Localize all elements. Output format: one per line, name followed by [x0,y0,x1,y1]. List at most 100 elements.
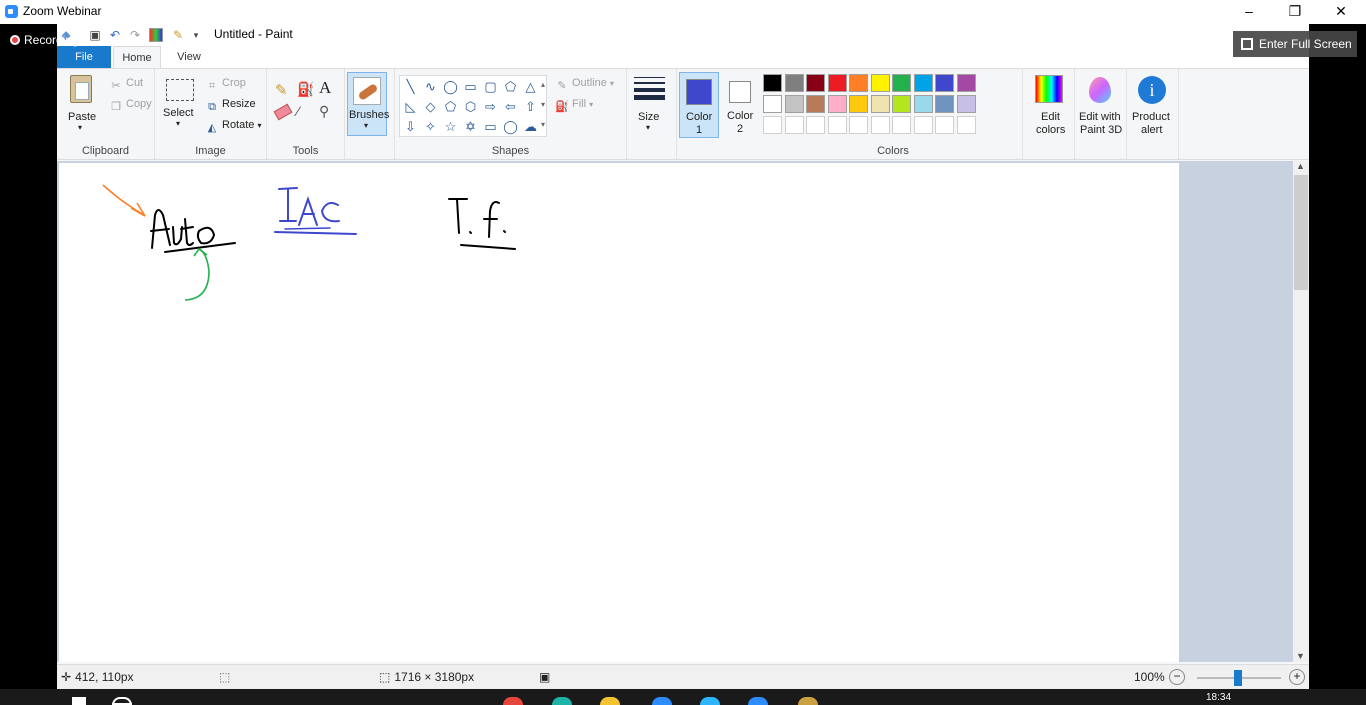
paint-taskbar-icon[interactable] [798,697,818,705]
six-point-star-shape-icon[interactable]: ✡ [462,118,479,135]
callout-rectangle-shape-icon[interactable]: ▭ [482,118,499,135]
shapes-scroll[interactable]: ▴ ▾ ▾ [538,75,548,137]
diamond-shape-icon[interactable]: ◇ [422,98,439,115]
zoom-out-button[interactable]: − [1169,669,1185,685]
color-swatch[interactable] [870,116,890,134]
color-swatch[interactable] [956,95,976,113]
color-swatch[interactable] [827,116,847,134]
chrome-icon[interactable] [503,697,523,705]
hexagon-shape-icon[interactable]: ⬡ [462,98,479,115]
right-triangle-shape-icon[interactable]: ◺ [402,98,419,115]
color-swatch[interactable] [784,95,804,113]
oval-shape-icon[interactable]: ◯ [442,78,459,95]
save-icon[interactable]: ▣ [88,28,102,42]
five-point-star-shape-icon[interactable]: ☆ [442,118,459,135]
color-swatch[interactable] [849,116,868,134]
windows-start-icon[interactable] [72,697,86,705]
enter-full-screen-button[interactable]: Enter Full Screen [1233,31,1357,57]
rounded-rectangle-shape-icon[interactable]: ▢ [482,78,499,95]
scroll-down-icon[interactable]: ▼ [1296,651,1305,661]
product-alert-button[interactable]: i Product alert [1129,73,1177,136]
search-icon[interactable] [112,697,132,705]
copy-button[interactable]: ❐ Copy [109,98,152,114]
app-icon-teal[interactable] [552,697,572,705]
color-swatch[interactable] [935,116,954,134]
color-swatch[interactable] [827,74,847,92]
rectangle-shape-icon[interactable]: ▭ [462,78,479,95]
callout-cloud-shape-icon[interactable]: ☁ [522,118,539,135]
color-swatch[interactable] [763,116,782,134]
color-swatch[interactable] [849,74,868,92]
rotate-button[interactable]: ◭ Rotate ▾ [205,119,262,135]
color-swatch[interactable] [892,95,911,113]
undo-icon[interactable]: ↶ [108,28,122,42]
minimize-button[interactable]: – [1226,0,1272,24]
zoom-in-button[interactable]: + [1289,669,1305,685]
fill-button[interactable]: ⛽ Fill ▾ [555,98,593,114]
redo-icon[interactable]: ↷ [128,28,142,42]
color-swatch[interactable] [763,74,782,92]
color-swatch[interactable] [849,95,868,113]
color-swatch[interactable] [892,116,911,134]
edit-with-paint3d-button[interactable]: Edit with Paint 3D [1077,73,1125,136]
close-button[interactable]: ✕ [1318,0,1364,24]
edge-icon[interactable] [700,697,720,705]
tab-file[interactable]: File [57,46,111,68]
outline-button[interactable]: ✎ Outline ▾ [555,77,614,93]
zoom-slider-thumb[interactable] [1234,670,1242,686]
color-swatch[interactable] [956,116,976,134]
callout-oval-shape-icon[interactable]: ◯ [502,118,519,135]
color-swatch[interactable] [913,74,933,92]
color-swatch[interactable] [935,95,954,113]
color-swatch[interactable] [784,74,804,92]
cut-button[interactable]: ✂ Cut [109,77,143,93]
app-icon-blue[interactable] [652,697,672,705]
pencil-qat-icon[interactable]: ✎ [171,28,185,42]
color-swatch[interactable] [763,95,782,113]
pencil-icon[interactable]: ✎ [275,81,288,99]
four-point-star-shape-icon[interactable]: ✧ [422,118,439,135]
color-swatch[interactable] [892,74,911,92]
restore-button[interactable]: ❐ [1272,0,1318,24]
vertical-scrollbar[interactable]: ▲ ▼ [1293,161,1309,662]
color-swatch[interactable] [806,95,825,113]
drawing-canvas[interactable] [59,163,1179,662]
brushes-button[interactable]: Brushes ▾ [347,72,389,136]
file-explorer-icon[interactable] [600,697,620,705]
scroll-thumb[interactable] [1294,175,1308,290]
left-arrow-shape-icon[interactable]: ⇦ [502,98,519,115]
color-swatch[interactable] [806,116,825,134]
zoom-slider[interactable] [1197,670,1281,686]
curve-shape-icon[interactable]: ∿ [422,78,439,95]
select-button[interactable]: Select ▾ [163,77,197,133]
down-arrow-shape-icon[interactable]: ⇩ [402,118,419,135]
right-arrow-shape-icon[interactable]: ⇨ [482,98,499,115]
text-tool-icon[interactable]: A [319,78,331,98]
paste-button[interactable]: Paste ▾ [65,73,99,133]
tab-home[interactable]: Home [113,46,161,68]
line-shape-icon[interactable]: ╲ [402,78,419,95]
color-swatch[interactable] [913,95,933,113]
zoom-taskbar-icon[interactable] [748,697,768,705]
up-arrow-shape-icon[interactable]: ⇧ [522,98,539,115]
customize-qat-chevron-icon[interactable]: ▾ [189,28,203,42]
color-swatch[interactable] [784,116,804,134]
tab-view[interactable]: View [167,46,211,68]
color-swatch[interactable] [913,116,933,134]
fill-bucket-icon[interactable]: ⛽ [297,81,314,98]
pentagon-shape-icon[interactable]: ⬠ [442,98,459,115]
color-swatch[interactable] [935,74,954,92]
scroll-up-icon[interactable]: ▲ [1296,161,1305,171]
color-swatch[interactable] [870,74,890,92]
eraser-icon[interactable] [273,103,293,121]
color-swatch[interactable] [806,74,825,92]
color-swatch[interactable] [956,74,976,92]
color-picker-icon[interactable]: ⁄ [297,103,299,119]
magnifier-icon[interactable]: ⚲ [319,103,329,120]
triangle-shape-icon[interactable]: △ [522,78,539,95]
color-swatch[interactable] [870,95,890,113]
size-button[interactable]: Size ▾ [633,75,667,135]
polygon-shape-icon[interactable]: ⬠ [502,78,519,95]
crop-button[interactable]: ⌗ Crop [205,77,246,93]
colors-qat-icon[interactable] [149,28,163,42]
